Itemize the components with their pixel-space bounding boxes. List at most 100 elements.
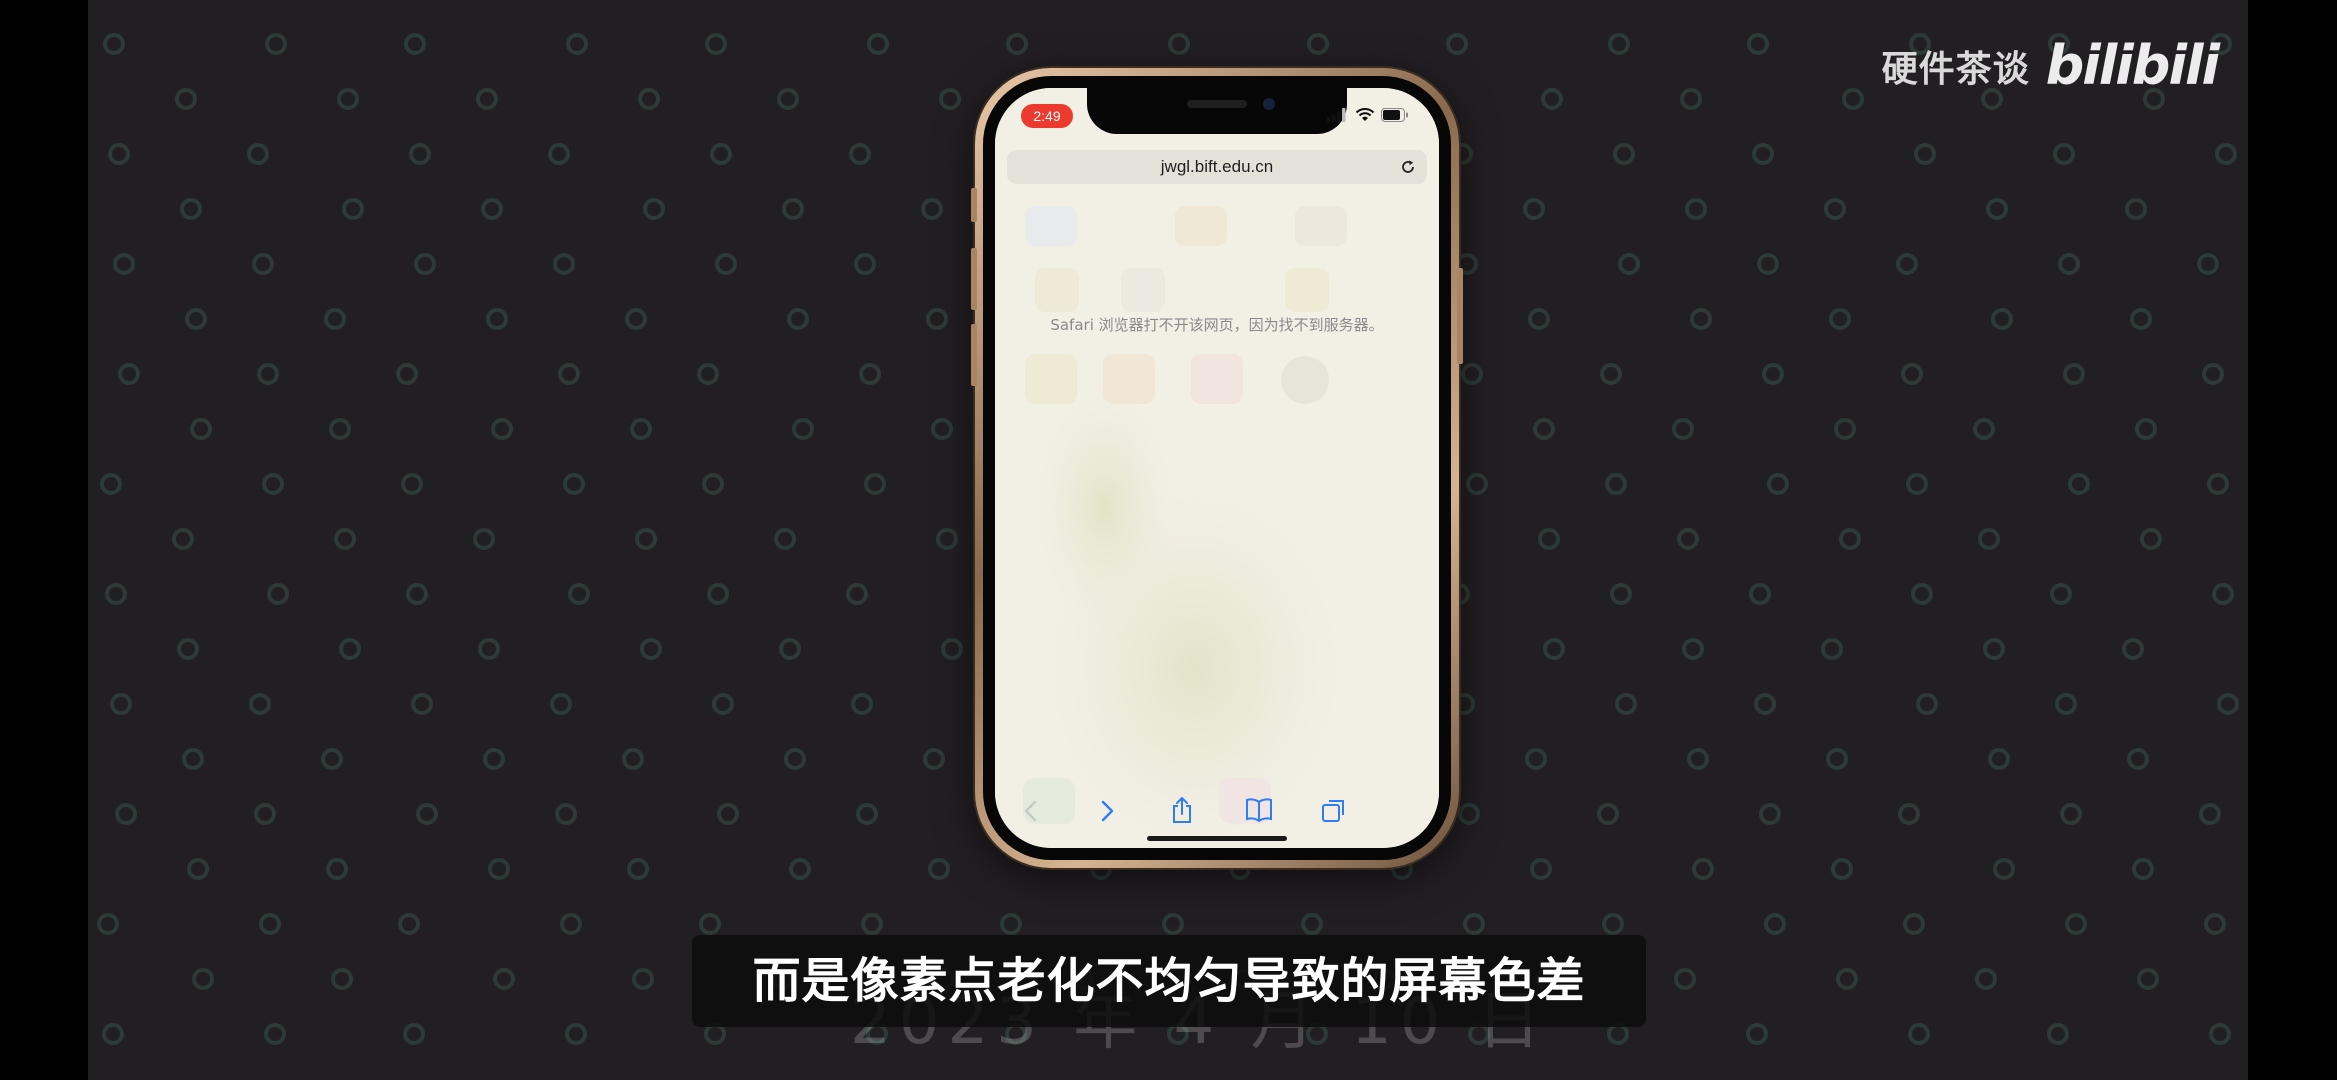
background-dot xyxy=(1764,913,1786,935)
home-indicator xyxy=(1147,836,1287,841)
background-dot xyxy=(1672,418,1694,440)
background-dot xyxy=(1749,583,1771,605)
background-dot xyxy=(265,33,287,55)
background-dot xyxy=(715,253,737,275)
background-dot xyxy=(1682,638,1704,660)
safari-toolbar xyxy=(995,786,1439,836)
background-dot xyxy=(1916,693,1938,715)
forward-icon[interactable] xyxy=(1099,800,1115,822)
background-dot xyxy=(1168,33,1190,55)
background-dot xyxy=(177,638,199,660)
tabs-icon[interactable] xyxy=(1321,797,1347,823)
background-dot xyxy=(787,308,809,330)
background-dot xyxy=(1463,913,1485,935)
background-dot xyxy=(113,253,135,275)
background-dot xyxy=(2132,858,2154,880)
background-dot xyxy=(2058,253,2080,275)
background-dot xyxy=(1896,253,1918,275)
background-dot xyxy=(1824,198,1846,220)
background-dot xyxy=(1988,748,2010,770)
background-dot xyxy=(1533,418,1555,440)
background-dot xyxy=(401,473,423,495)
background-dot xyxy=(1528,308,1550,330)
background-dot xyxy=(97,913,119,935)
background-dot xyxy=(409,143,431,165)
back-icon[interactable] xyxy=(1023,800,1039,822)
front-camera xyxy=(1263,98,1275,110)
background-dot xyxy=(331,968,353,990)
background-dot xyxy=(182,748,204,770)
background-dot xyxy=(264,1023,286,1045)
background-dot xyxy=(473,528,495,550)
background-dot xyxy=(635,528,657,550)
background-dot xyxy=(2047,1023,2069,1045)
background-dot xyxy=(2065,913,2087,935)
background-dot xyxy=(625,308,647,330)
background-dot xyxy=(710,143,732,165)
background-dot xyxy=(1836,968,1858,990)
share-icon[interactable] xyxy=(1171,796,1193,824)
background-dot xyxy=(414,253,436,275)
background-dot xyxy=(1757,253,1779,275)
background-dot xyxy=(2050,583,2072,605)
background-dot xyxy=(1674,968,1696,990)
background-dot xyxy=(1747,33,1769,55)
mute-switch xyxy=(971,188,977,222)
background-dot xyxy=(1610,583,1632,605)
background-dot xyxy=(486,308,508,330)
background-dot xyxy=(172,528,194,550)
background-dot xyxy=(1914,143,1936,165)
background-dot xyxy=(2215,143,2237,165)
background-dot xyxy=(779,638,801,660)
background-dot xyxy=(1993,858,2015,880)
bookmarks-icon[interactable] xyxy=(1245,798,1273,822)
background-dot xyxy=(859,363,881,385)
safari-address-bar[interactable]: jwgl.bift.edu.cn xyxy=(1007,150,1427,184)
background-dot xyxy=(105,583,127,605)
subtitle-text: 而是像素点老化不均匀导致的屏幕色差 xyxy=(752,953,1586,1009)
background-dot xyxy=(2209,1023,2231,1045)
background-dot xyxy=(1685,198,1707,220)
background-dot xyxy=(416,803,438,825)
background-dot xyxy=(1530,858,1552,880)
background-dot xyxy=(555,803,577,825)
background-dot xyxy=(558,363,580,385)
background-dot xyxy=(1458,803,1480,825)
earpiece-speaker xyxy=(1187,100,1247,108)
background-dot xyxy=(1983,638,2005,660)
background-dot xyxy=(2204,913,2226,935)
background-dot xyxy=(2207,473,2229,495)
background-dot xyxy=(187,858,209,880)
bilibili-watermark: 硬件茶谈 bilibili xyxy=(1882,34,2220,97)
volume-down-button xyxy=(971,324,977,386)
background-dot xyxy=(1680,88,1702,110)
background-dot xyxy=(846,583,868,605)
background-dot xyxy=(102,1023,124,1045)
status-time[interactable]: 2:49 xyxy=(1021,104,1073,128)
background-dot xyxy=(334,528,356,550)
background-dot xyxy=(175,88,197,110)
background-dot xyxy=(792,418,814,440)
background-dot xyxy=(190,418,212,440)
background-dot xyxy=(406,583,428,605)
background-dot xyxy=(717,803,739,825)
background-dot xyxy=(1839,528,1861,550)
video-canvas: 硬件茶谈 bilibili 2:49 jwgl.bift.edu.cn Safa… xyxy=(88,0,2248,1080)
background-dot xyxy=(404,33,426,55)
background-dot xyxy=(103,33,125,55)
reload-icon[interactable] xyxy=(1399,158,1417,176)
background-dot xyxy=(1834,418,1856,440)
background-dot xyxy=(1908,1023,1930,1045)
background-dot xyxy=(1461,363,1483,385)
address-url[interactable]: jwgl.bift.edu.cn xyxy=(1007,150,1427,184)
background-dot xyxy=(337,88,359,110)
background-dot xyxy=(262,473,284,495)
background-dot xyxy=(705,33,727,55)
subtitle-box: 而是像素点老化不均匀导致的屏幕色差 xyxy=(692,935,1646,1027)
background-dot xyxy=(324,308,346,330)
background-dot xyxy=(548,143,570,165)
background-dot xyxy=(1752,143,1774,165)
background-dot xyxy=(2135,418,2157,440)
background-dot xyxy=(1903,913,1925,935)
phone-screen: 2:49 jwgl.bift.edu.cn Safari 浏览器打不开该网页，因… xyxy=(995,88,1439,848)
